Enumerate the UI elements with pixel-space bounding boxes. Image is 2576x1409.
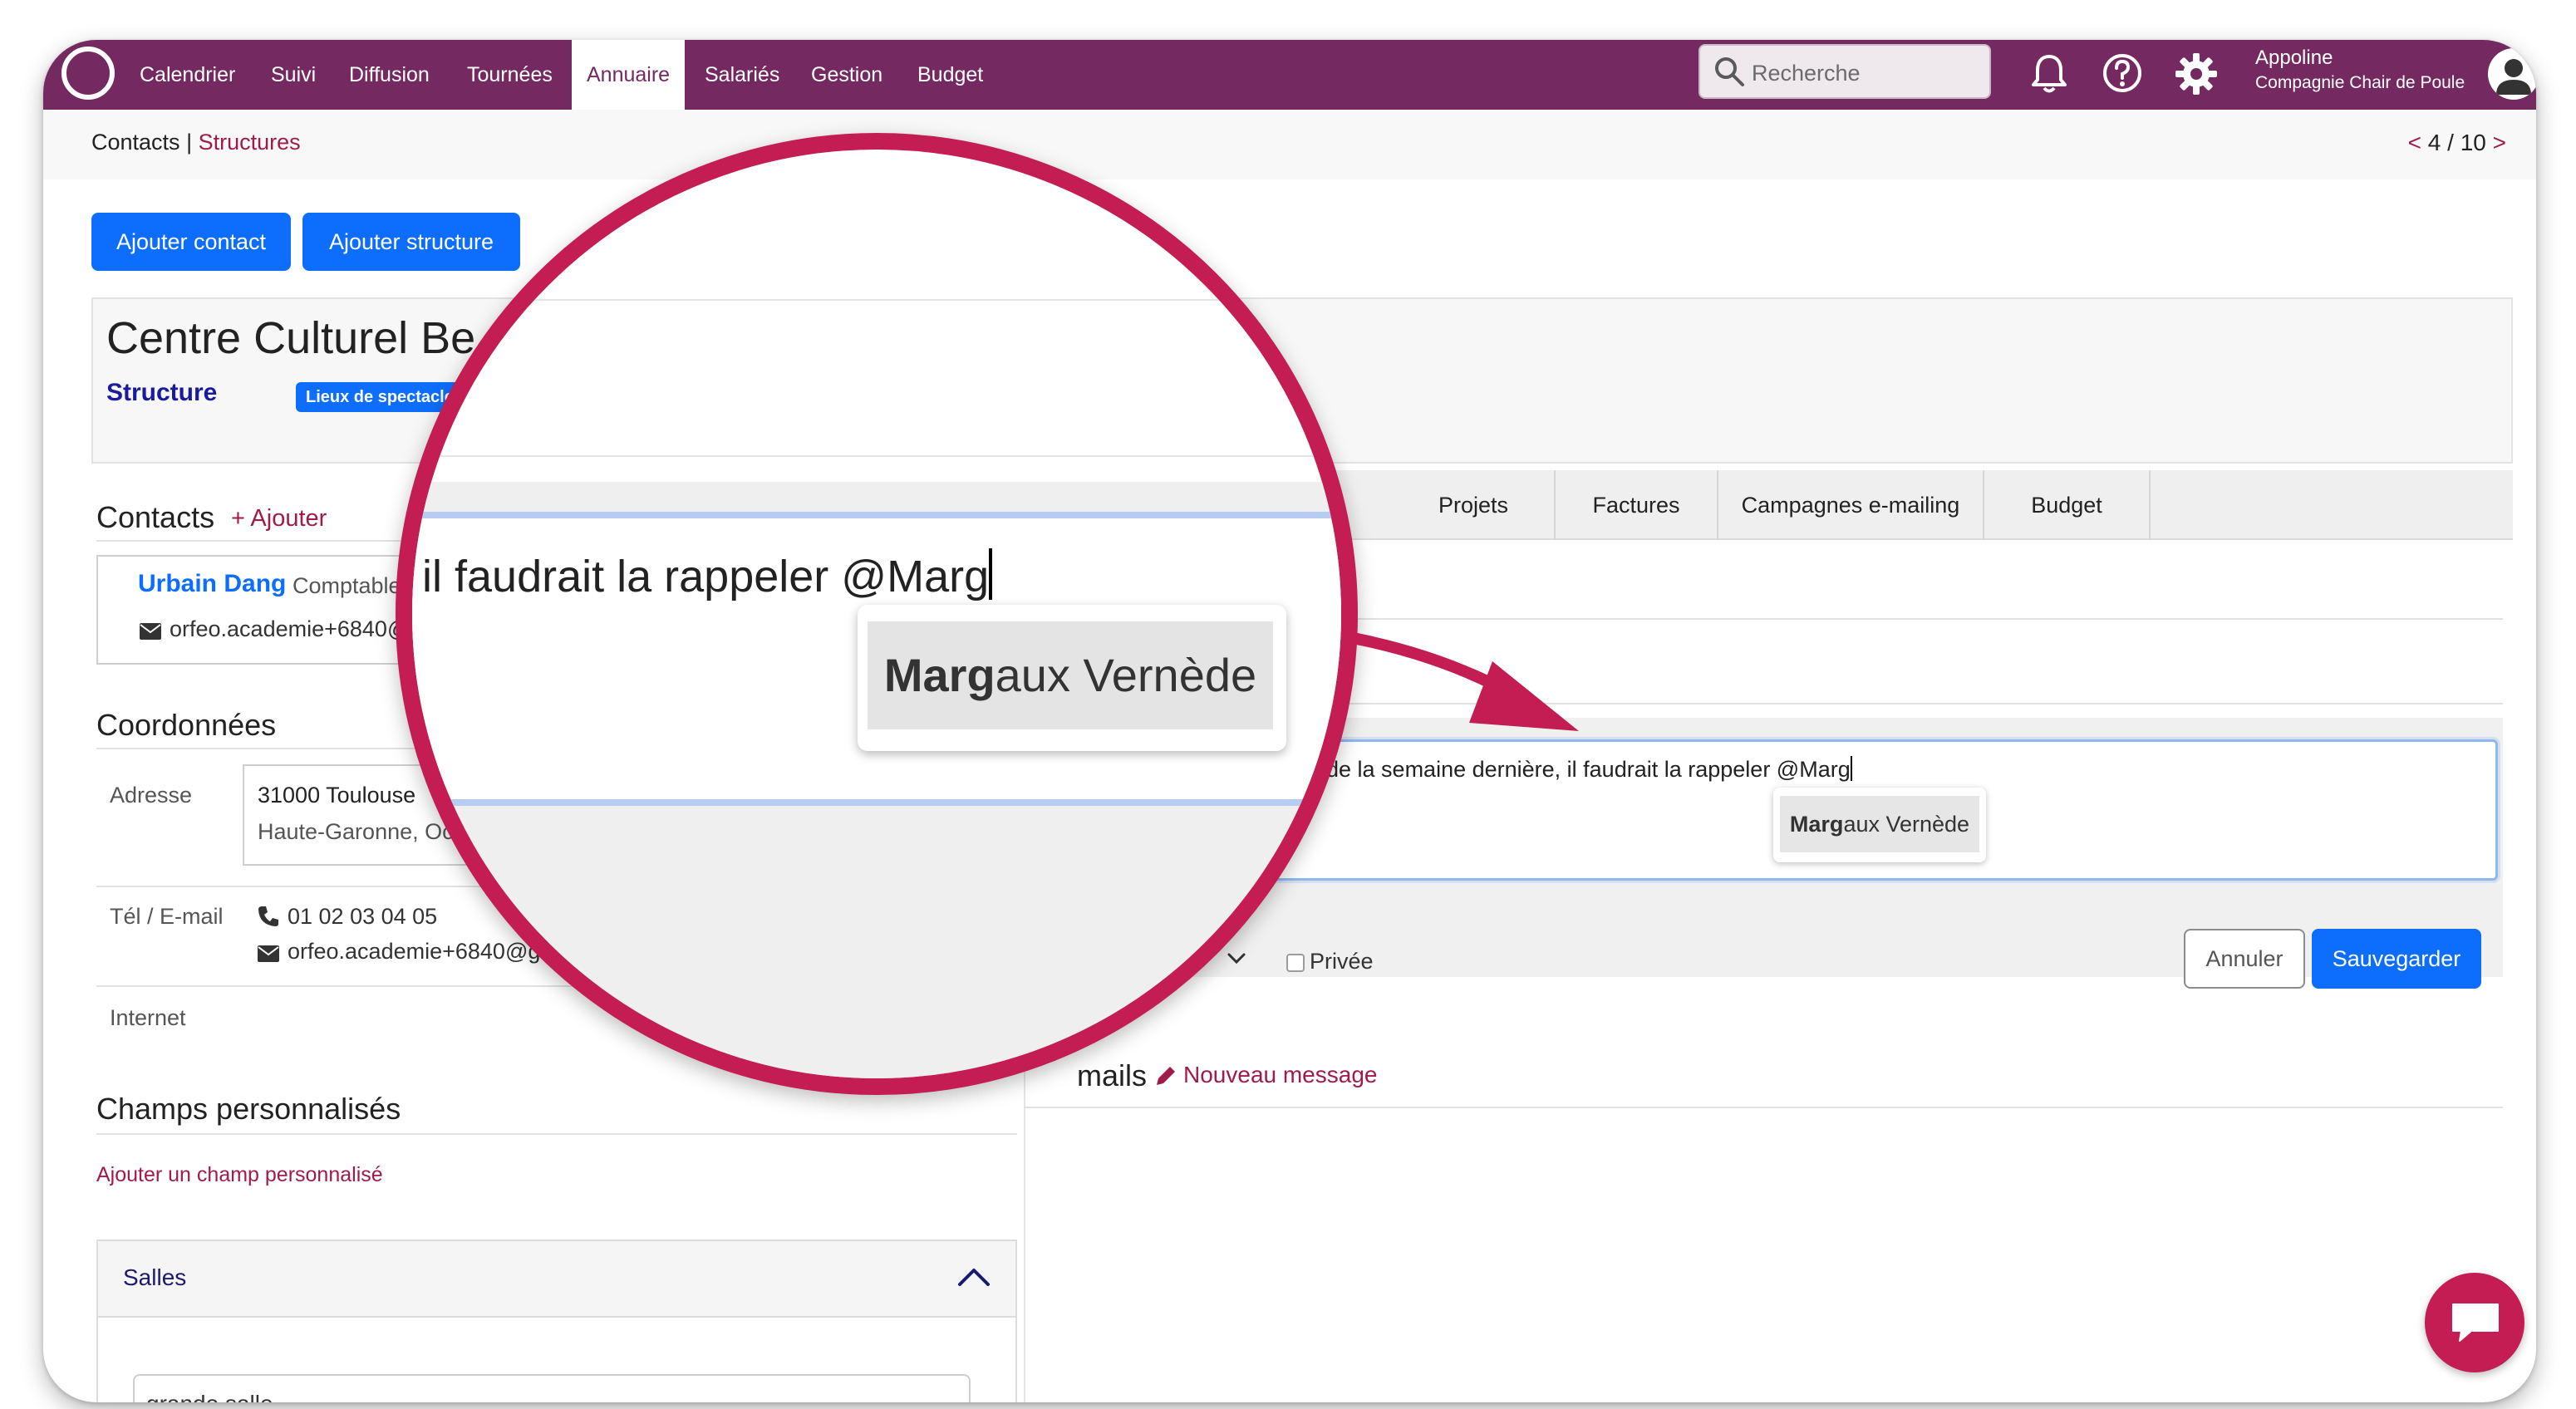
add-contact-button[interactable]: Ajouter contact — [91, 213, 291, 271]
help-icon[interactable] — [2101, 52, 2144, 95]
contact-name[interactable]: Urbain Dang — [138, 570, 286, 598]
add-contact-link[interactable]: + Ajouter — [231, 505, 327, 533]
chat-button[interactable] — [2425, 1273, 2524, 1372]
user-icon — [2496, 59, 2531, 95]
search-placeholder: Recherche — [1752, 61, 1861, 86]
divider — [412, 299, 1341, 301]
contact-email[interactable]: orfeo.academie+6840@ — [170, 616, 410, 642]
app-logo[interactable] — [61, 47, 115, 100]
add-contact-label: Ajouter — [250, 505, 327, 532]
mention-option[interactable]: Margaux Vernède — [1780, 796, 1979, 852]
tab-factures[interactable]: Factures — [1556, 470, 1718, 540]
add-custom-field-link[interactable]: Ajouter un champ personnalisé — [96, 1163, 383, 1187]
zoom-caret — [989, 548, 993, 600]
salles-header[interactable]: Salles — [98, 1241, 1015, 1318]
envelope-icon — [258, 945, 279, 962]
zoom-mention-rest: aux Vernède — [995, 649, 1257, 701]
tab-campagnes[interactable]: Campagnes e-mailing — [1718, 470, 1984, 540]
internet-label: Internet — [110, 1005, 186, 1030]
chevron-up-icon[interactable] — [957, 1266, 991, 1288]
pointer-arrow — [1347, 632, 1579, 731]
divider — [1024, 1107, 2503, 1108]
cancel-button[interactable]: Annuler — [2184, 929, 2305, 989]
address-label: Adresse — [110, 783, 193, 808]
mention-match: Marg — [1789, 812, 1844, 837]
nav-salaries[interactable]: Salariés — [705, 40, 779, 110]
zoom-magnifier: il faudrait la rappeler @Marg Margaux Ve… — [396, 133, 1358, 1095]
nav-diffusion[interactable]: Diffusion — [349, 40, 430, 110]
tab-budget[interactable]: Budget — [1984, 470, 2151, 540]
breadcrumb: Contacts | Structures — [91, 130, 301, 155]
plus-icon: + — [231, 505, 251, 532]
mention-suggestion[interactable]: Margaux Vernède — [1773, 788, 1986, 862]
search-input[interactable]: Recherche — [1698, 44, 1991, 99]
record-pager: < 4 / 10 > — [2408, 130, 2506, 156]
save-button[interactable]: Sauvegarder — [2312, 929, 2481, 989]
pager-position: 4 / 10 — [2427, 130, 2486, 155]
phone-email-label: Tél / E-mail — [110, 904, 224, 929]
nav-suivi[interactable]: Suivi — [271, 40, 316, 110]
nav-tournees[interactable]: Tournées — [467, 40, 553, 110]
zoom-mention-suggestion: Margaux Vernède — [858, 605, 1286, 751]
zoom-mention-option: Margaux Vernède — [868, 621, 1273, 729]
coordinates-title: Coordonnées — [96, 708, 277, 742]
nav-gestion[interactable]: Gestion — [811, 40, 882, 110]
phone-icon — [258, 906, 278, 926]
envelope-icon — [140, 623, 161, 640]
address-line-1: 31000 Toulouse — [258, 783, 416, 808]
custom-fields-title: Champs personnalisés — [96, 1092, 401, 1126]
divider — [412, 455, 1341, 457]
pager-prev[interactable]: < — [2408, 130, 2421, 155]
chat-icon — [2452, 1303, 2499, 1342]
contacts-title: Contacts — [96, 500, 215, 534]
nav-annuaire[interactable]: Annuaire — [572, 40, 686, 110]
zoom-note-text: il faudrait la rappeler @Marg — [422, 548, 993, 602]
mention-rest: aux Vernède — [1843, 812, 1970, 837]
tab-projets[interactable]: Projets — [1393, 470, 1556, 540]
salle-item[interactable]: grande salle — [133, 1374, 971, 1402]
breadcrumb-contacts[interactable]: Contacts — [91, 130, 180, 155]
zoom-mention-match: Marg — [883, 649, 995, 701]
text-caret — [1850, 756, 1852, 781]
avatar[interactable] — [2488, 48, 2536, 100]
salles-panel: Salles grande salle — [96, 1240, 1017, 1402]
gear-icon[interactable] — [2174, 52, 2219, 96]
note-text: de la semaine dernière, il faudrait la r… — [1326, 756, 1852, 782]
contact-role: Comptable — [293, 573, 401, 598]
breadcrumb-separator: | — [179, 130, 199, 155]
bell-icon[interactable] — [2029, 52, 2069, 95]
zoom-content: il faudrait la rappeler @Marg Margaux Ve… — [412, 150, 1341, 1078]
breadcrumb-structures[interactable]: Structures — [199, 130, 301, 155]
salles-title: Salles — [123, 1264, 187, 1290]
salle-name: grande salle — [146, 1391, 273, 1402]
user-company[interactable]: Compagnie Chair de Poule — [2255, 73, 2465, 93]
nav-budget[interactable]: Budget — [917, 40, 983, 110]
top-nav: Calendrier Suivi Diffusion Tournées Annu… — [43, 40, 2536, 110]
structure-type: Structure — [106, 379, 218, 406]
search-icon — [1715, 57, 1744, 86]
divider — [96, 1133, 1017, 1135]
user-name[interactable]: Appoline — [2255, 47, 2333, 70]
pager-next[interactable]: > — [2493, 130, 2506, 155]
nav-calendrier[interactable]: Calendrier — [140, 40, 235, 110]
